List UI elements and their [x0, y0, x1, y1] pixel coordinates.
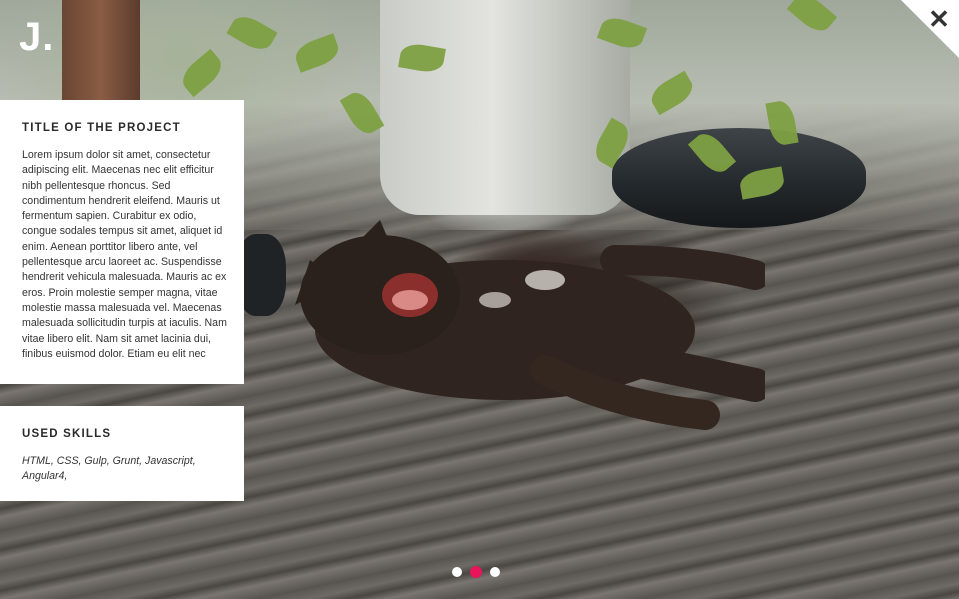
cat-figure [295, 220, 765, 430]
project-description: Lorem ipsum dolor sit amet, consectetur … [22, 149, 227, 360]
slider-dot[interactable] [490, 567, 500, 577]
slider-pagination [452, 566, 500, 578]
project-title: TITLE OF THE PROJECT [22, 122, 181, 134]
slider-dot-active[interactable] [470, 566, 482, 578]
plant-pot [380, 0, 630, 215]
project-info-card: TITLE OF THE PROJECT Lorem ipsum dolor s… [0, 100, 244, 384]
close-icon[interactable]: ✕ [925, 5, 953, 33]
slider-dot[interactable] [452, 567, 462, 577]
skills-card: USED SKILLS HTML, CSS, Gulp, Grunt, Java… [0, 406, 244, 501]
brand-logo[interactable]: J. [19, 15, 54, 60]
wooden-post [62, 0, 140, 100]
skills-title: USED SKILLS [22, 428, 112, 440]
skills-list: HTML, CSS, Gulp, Grunt, Javascript, Angu… [22, 455, 196, 483]
